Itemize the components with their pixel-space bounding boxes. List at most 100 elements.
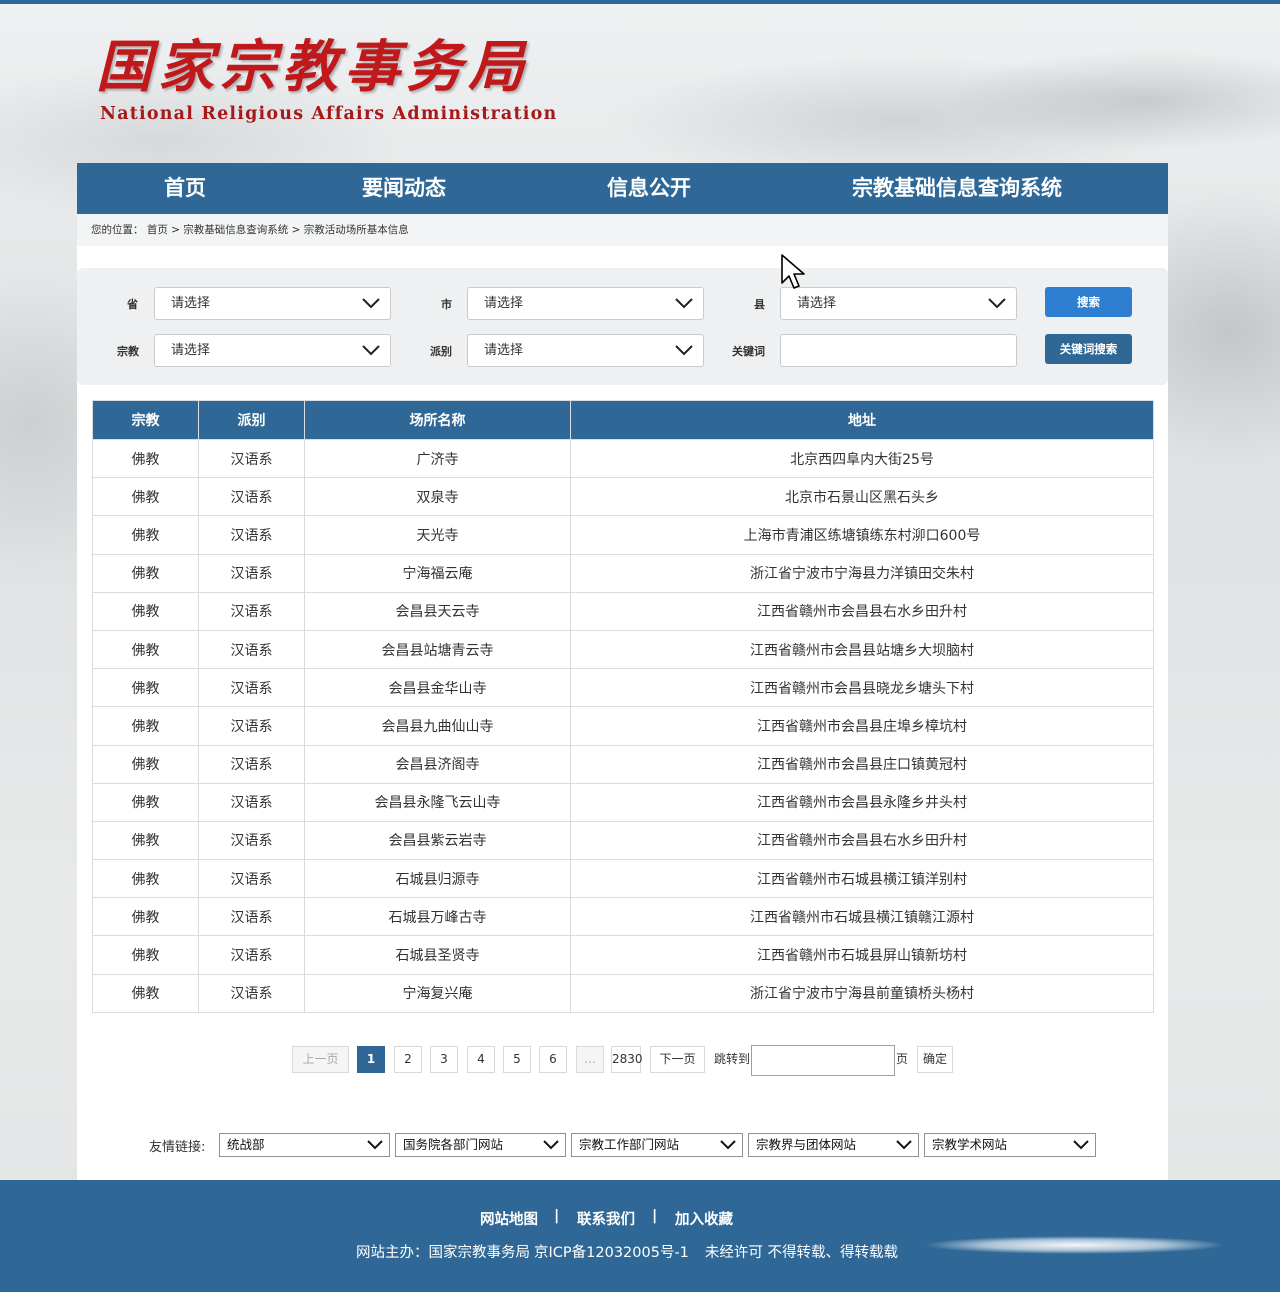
cell-site-name[interactable]: 石城县圣贤寺 — [304, 935, 571, 975]
jump-confirm-button[interactable]: 确定 — [917, 1046, 953, 1073]
links-select-value: 统战部 — [227, 1137, 265, 1152]
cell-site-name[interactable]: 天光寺 — [304, 515, 571, 555]
table-row[interactable]: 佛教 汉语系 会昌县紫云岩寺 江西省赣州市会昌县右水乡田升村 — [92, 820, 1154, 861]
table-row[interactable]: 佛教 汉语系 石城县圣贤寺 江西省赣州市石城县屏山镇新坊村 — [92, 935, 1154, 975]
city-select[interactable]: 请选择 — [467, 287, 704, 320]
links-select-value: 国务院各部门网站 — [403, 1137, 504, 1152]
cell-site-name[interactable]: 宁海福云庵 — [304, 553, 571, 593]
cell-site-name[interactable]: 会昌县永隆飞云山寺 — [304, 782, 571, 822]
cell-religion: 佛教 — [92, 973, 199, 1013]
table-row[interactable]: 佛教 汉语系 会昌县济阁寺 江西省赣州市会昌县庄口镇黄冠村 — [92, 744, 1154, 784]
page-3-button[interactable]: 3 — [430, 1046, 458, 1073]
nav-item-home[interactable]: 首页 — [164, 163, 206, 214]
redaction-smudge — [925, 1236, 1225, 1254]
table-row[interactable]: 佛教 汉语系 广济寺 北京西四阜内大街25号 — [92, 438, 1154, 479]
chevron-down-icon — [988, 298, 1006, 309]
next-page-button[interactable]: 下一页 — [650, 1046, 705, 1073]
header-site-name: 场所名称 — [304, 400, 571, 440]
chevron-down-icon — [675, 298, 693, 309]
page-suffix-label: 页 — [896, 1052, 909, 1066]
cell-sect: 汉语系 — [198, 591, 305, 631]
chevron-down-icon — [362, 345, 380, 356]
jump-page-input[interactable] — [751, 1045, 895, 1076]
cell-sect: 汉语系 — [198, 553, 305, 593]
links-select-value: 宗教界与团体网站 — [756, 1137, 857, 1152]
cell-sect: 汉语系 — [198, 438, 305, 479]
county-label: 县 — [754, 298, 765, 311]
table-row[interactable]: 佛教 汉语系 会昌县站塘青云寺 江西省赣州市会昌县站塘乡大坝脑村 — [92, 629, 1154, 670]
cell-religion: 佛教 — [92, 515, 199, 555]
table-row[interactable]: 佛教 汉语系 会昌县天云寺 江西省赣州市会昌县右水乡田升村 — [92, 591, 1154, 631]
table-row[interactable]: 佛教 汉语系 石城县归源寺 江西省赣州市石城县横江镇洋别村 — [92, 859, 1154, 899]
county-select[interactable]: 请选择 — [780, 287, 1017, 320]
cell-religion: 佛教 — [92, 591, 199, 631]
cell-site-name[interactable]: 广济寺 — [304, 438, 571, 479]
keyword-search-button[interactable]: 关键词搜索 — [1045, 334, 1132, 364]
cell-site-name[interactable]: 会昌县紫云岩寺 — [304, 820, 571, 861]
cell-site-name[interactable]: 会昌县天云寺 — [304, 591, 571, 631]
cell-address: 江西省赣州市会昌县庄埠乡樟坑村 — [570, 706, 1154, 746]
table-row[interactable]: 佛教 汉语系 宁海福云庵 浙江省宁波市宁海县力洋镇田交朱村 — [92, 553, 1154, 593]
province-select[interactable]: 请选择 — [154, 287, 391, 320]
page-2-button[interactable]: 2 — [394, 1046, 422, 1073]
cell-sect: 汉语系 — [198, 897, 305, 937]
cell-site-name[interactable]: 会昌县站塘青云寺 — [304, 629, 571, 670]
footer-icp[interactable]: 京ICP备12032005号-1 — [534, 1245, 689, 1261]
page-6-button[interactable]: 6 — [539, 1046, 567, 1073]
links-select-united-front[interactable]: 统战部 — [219, 1133, 390, 1157]
page-1-button[interactable]: 1 — [357, 1046, 385, 1073]
table-row[interactable]: 佛教 汉语系 会昌县九曲仙山寺 江西省赣州市会昌县庄埠乡樟坑村 — [92, 706, 1154, 746]
main-nav: 首页 要闻动态 信息公开 宗教基础信息查询系统 — [77, 163, 1168, 214]
nav-item-news[interactable]: 要闻动态 — [362, 163, 446, 214]
footer-separator: | — [554, 1208, 560, 1224]
footer-host: 网站主办：国家宗教事务局 — [356, 1245, 530, 1261]
logo-english: National Religious Affairs Administratio… — [100, 104, 558, 124]
links-select-academic[interactable]: 宗教学术网站 — [924, 1133, 1096, 1157]
page-4-button[interactable]: 4 — [467, 1046, 495, 1073]
cell-sect: 汉语系 — [198, 935, 305, 975]
footer-notice: 未经许可 不得转载、得转载载 — [704, 1245, 899, 1261]
table-row[interactable]: 佛教 汉语系 会昌县永隆飞云山寺 江西省赣州市会昌县永隆乡井头村 — [92, 782, 1154, 822]
footer-info: 网站主办：国家宗教事务局 京ICP备12032005号-1 未经许可 不得转载、得转… — [356, 1241, 914, 1261]
pagination: 上一页 1 2 3 4 5 6 ... 2830 下一页 跳转到 页 确定 — [0, 1045, 1280, 1076]
cell-religion: 佛教 — [92, 477, 199, 517]
table-row[interactable]: 佛教 汉语系 宁海复兴庵 浙江省宁波市宁海县前童镇桥头杨村 — [92, 973, 1154, 1013]
table-row[interactable]: 佛教 汉语系 会昌县金华山寺 江西省赣州市会昌县晓龙乡塘头下村 — [92, 668, 1154, 708]
religion-select[interactable]: 请选择 — [154, 334, 391, 367]
search-button[interactable]: 搜索 — [1045, 287, 1132, 317]
cell-address: 北京市石景山区黑石头乡 — [570, 477, 1154, 517]
cell-site-name[interactable]: 双泉寺 — [304, 477, 571, 517]
cell-site-name[interactable]: 会昌县济阁寺 — [304, 744, 571, 784]
city-label: 市 — [441, 298, 452, 311]
links-select-religious-work[interactable]: 宗教工作部门网站 — [571, 1133, 743, 1157]
table-row[interactable]: 佛教 汉语系 石城县万峰古寺 江西省赣州市石城县横江镇赣江源村 — [92, 897, 1154, 937]
nav-item-info[interactable]: 信息公开 — [607, 163, 691, 214]
chevron-down-icon — [720, 1140, 736, 1150]
jump-label: 跳转到 — [714, 1052, 751, 1066]
footer-link-contact[interactable]: 联系我们 — [577, 1208, 635, 1229]
links-select-religious-groups[interactable]: 宗教界与团体网站 — [748, 1133, 919, 1157]
chevron-down-icon — [543, 1140, 559, 1150]
links-select-state-council[interactable]: 国务院各部门网站 — [395, 1133, 566, 1157]
chevron-down-icon — [362, 298, 380, 309]
keyword-input[interactable] — [780, 334, 1017, 367]
cell-site-name[interactable]: 宁海复兴庵 — [304, 973, 571, 1013]
religion-label: 宗教 — [117, 345, 139, 358]
page-5-button[interactable]: 5 — [503, 1046, 531, 1073]
cell-site-name[interactable]: 会昌县九曲仙山寺 — [304, 706, 571, 746]
footer-link-favorite[interactable]: 加入收藏 — [675, 1208, 733, 1229]
cell-address: 浙江省宁波市宁海县前童镇桥头杨村 — [570, 973, 1154, 1013]
last-page-button[interactable]: 2830 — [611, 1046, 643, 1073]
nav-item-query-system[interactable]: 宗教基础信息查询系统 — [852, 163, 1062, 214]
cell-site-name[interactable]: 石城县归源寺 — [304, 859, 571, 899]
cell-address: 江西省赣州市会昌县晓龙乡塘头下村 — [570, 668, 1154, 708]
sect-select[interactable]: 请选择 — [467, 334, 704, 367]
logo-chinese[interactable]: 国家宗教事务局 — [96, 28, 546, 106]
cell-site-name[interactable]: 石城县万峰古寺 — [304, 897, 571, 937]
prev-page-button[interactable]: 上一页 — [292, 1046, 349, 1073]
cell-site-name[interactable]: 会昌县金华山寺 — [304, 668, 571, 708]
table-row[interactable]: 佛教 汉语系 双泉寺 北京市石景山区黑石头乡 — [92, 477, 1154, 517]
table-row[interactable]: 佛教 汉语系 天光寺 上海市青浦区练塘镇练东村泖口600号 — [92, 515, 1154, 555]
footer-link-sitemap[interactable]: 网站地图 — [480, 1208, 538, 1229]
cell-religion: 佛教 — [92, 820, 199, 861]
